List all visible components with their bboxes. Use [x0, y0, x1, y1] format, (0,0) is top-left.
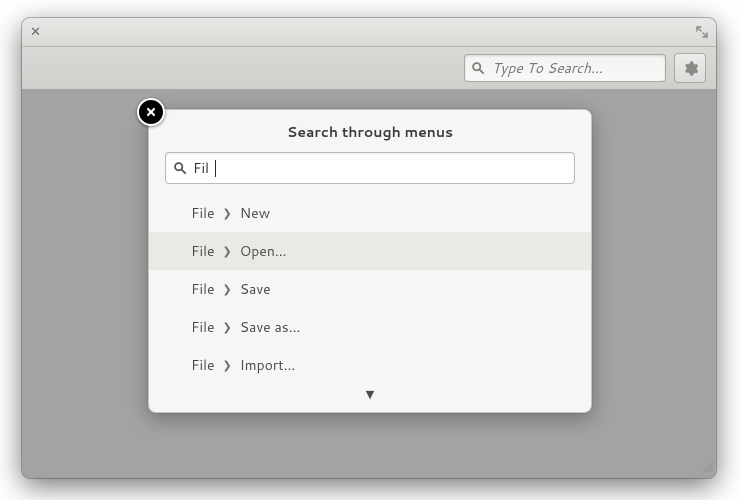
- result-command: Save: [240, 279, 271, 299]
- menu-search-popover: Search through menus Fil File ❯ New File ❯ Op…: [148, 109, 592, 413]
- toolbar: [22, 47, 716, 90]
- chevron-right-icon: ❯: [223, 243, 232, 259]
- chevron-right-icon: ❯: [223, 357, 232, 373]
- toolbar-search-input[interactable]: [490, 57, 659, 79]
- chevron-right-icon: ❯: [223, 205, 232, 221]
- close-icon: [145, 106, 157, 118]
- gear-icon: [682, 60, 699, 77]
- result-menu: File: [191, 241, 215, 261]
- expand-icon[interactable]: [696, 26, 708, 38]
- result-command: Save as…: [240, 317, 301, 337]
- results-list: File ❯ New File ❯ Open… File ❯ Save File ❯ Save as……: [149, 190, 591, 384]
- result-command: Open…: [240, 241, 287, 261]
- popover-search[interactable]: Fil: [165, 152, 575, 184]
- result-command: New: [240, 203, 270, 223]
- titlebar: ✕: [22, 18, 716, 47]
- popover-search-value: Fil: [193, 158, 209, 178]
- more-results-indicator[interactable]: ▼: [149, 384, 591, 406]
- result-row[interactable]: File ❯ Save as…: [149, 308, 591, 346]
- toolbar-search[interactable]: [464, 54, 666, 82]
- popover-title: Search through menus: [149, 110, 591, 152]
- popover-close-button[interactable]: [137, 98, 165, 126]
- result-menu: File: [191, 203, 215, 223]
- result-row[interactable]: File ❯ Save: [149, 270, 591, 308]
- chevron-right-icon: ❯: [223, 281, 232, 297]
- result-menu: File: [191, 317, 215, 337]
- close-icon[interactable]: ✕: [30, 26, 41, 39]
- result-row[interactable]: File ❯ New: [149, 194, 591, 232]
- search-icon: [471, 61, 485, 75]
- result-row[interactable]: File ❯ Open…: [149, 232, 591, 270]
- result-menu: File: [191, 279, 215, 299]
- result-menu: File: [191, 355, 215, 375]
- text-caret: [215, 160, 216, 177]
- result-command: Import…: [240, 355, 296, 375]
- result-row[interactable]: File ❯ Import…: [149, 346, 591, 384]
- resize-grip-icon[interactable]: [700, 458, 714, 478]
- chevron-right-icon: ❯: [223, 319, 232, 335]
- settings-button[interactable]: [674, 53, 706, 83]
